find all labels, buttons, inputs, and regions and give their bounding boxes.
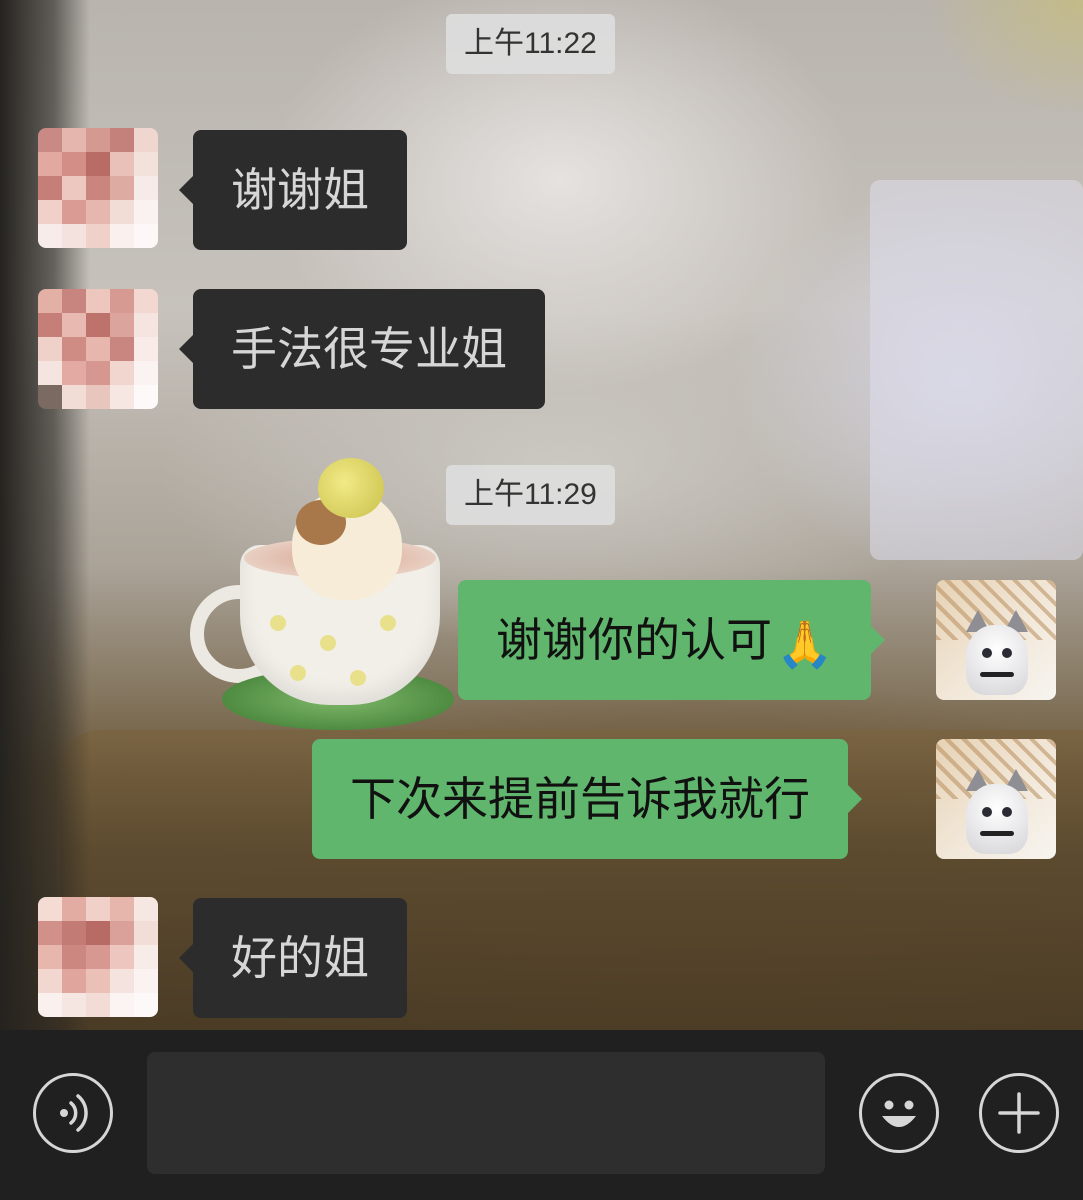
self-avatar[interactable]: [936, 580, 1056, 700]
timestamp: 上午11:29: [446, 465, 615, 525]
chat-screen: 上午11:22 谢谢姐 手法很专业姐 上午11:29 谢谢你的认可🙏 下次来提前…: [0, 0, 1083, 1200]
message-text: 谢谢你的认可: [496, 613, 772, 667]
smiley-face-icon: [882, 1100, 916, 1127]
contact-avatar[interactable]: [38, 897, 158, 1017]
voice-button[interactable]: [33, 1073, 113, 1153]
self-avatar[interactable]: [936, 739, 1056, 859]
wallpaper-window: [870, 180, 1083, 560]
emoji-button[interactable]: [859, 1073, 939, 1153]
incoming-message-bubble[interactable]: 谢谢姐: [179, 130, 407, 250]
plus-icon: [998, 1092, 1040, 1134]
message-text: 手法很专业姐: [231, 322, 507, 376]
message-text: 谢谢姐: [231, 163, 369, 217]
contact-avatar[interactable]: [38, 289, 158, 409]
outgoing-message-bubble[interactable]: 谢谢你的认可🙏: [458, 580, 886, 700]
outgoing-message-bubble[interactable]: 下次来提前告诉我就行: [312, 739, 862, 859]
incoming-message-bubble[interactable]: 手法很专业姐: [179, 289, 545, 409]
message-text: 下次来提前告诉我就行: [350, 772, 810, 826]
pray-emoji-icon: 🙏: [776, 616, 834, 671]
timestamp: 上午11:22: [446, 14, 615, 74]
wallpaper-glow: [923, 0, 1083, 120]
message-text: 好的姐: [231, 931, 369, 985]
incoming-message-bubble[interactable]: 好的姐: [179, 898, 407, 1018]
voice-wave-icon: [60, 1094, 88, 1132]
more-button[interactable]: [979, 1073, 1059, 1153]
message-input[interactable]: [147, 1052, 825, 1174]
cat-hat-decoration: [318, 458, 384, 518]
message-input-bar: [0, 1030, 1083, 1200]
contact-avatar[interactable]: [38, 128, 158, 248]
